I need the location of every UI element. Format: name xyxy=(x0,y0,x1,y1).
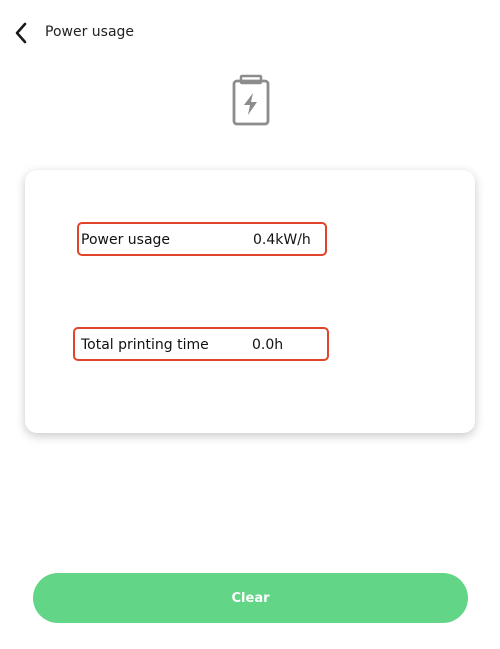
printing-time-value: 0.0h xyxy=(252,337,284,353)
printing-time-label: Total printing time xyxy=(81,337,209,353)
battery-charging-icon xyxy=(229,74,273,128)
printing-time-row: Total printing time 0.0h xyxy=(73,327,329,361)
power-stats-card: Power usage 0.4kW/h Total printing time … xyxy=(25,170,475,433)
page-title: Power usage xyxy=(45,24,135,40)
chevron-left-icon xyxy=(15,22,27,44)
power-usage-value: 0.4kW/h xyxy=(253,232,311,248)
power-usage-row: Power usage 0.4kW/h xyxy=(77,222,327,256)
clear-button[interactable]: Clear xyxy=(33,573,468,623)
back-button[interactable] xyxy=(10,19,36,47)
header-bar: Power usage xyxy=(0,0,500,64)
power-usage-label: Power usage xyxy=(81,232,171,248)
